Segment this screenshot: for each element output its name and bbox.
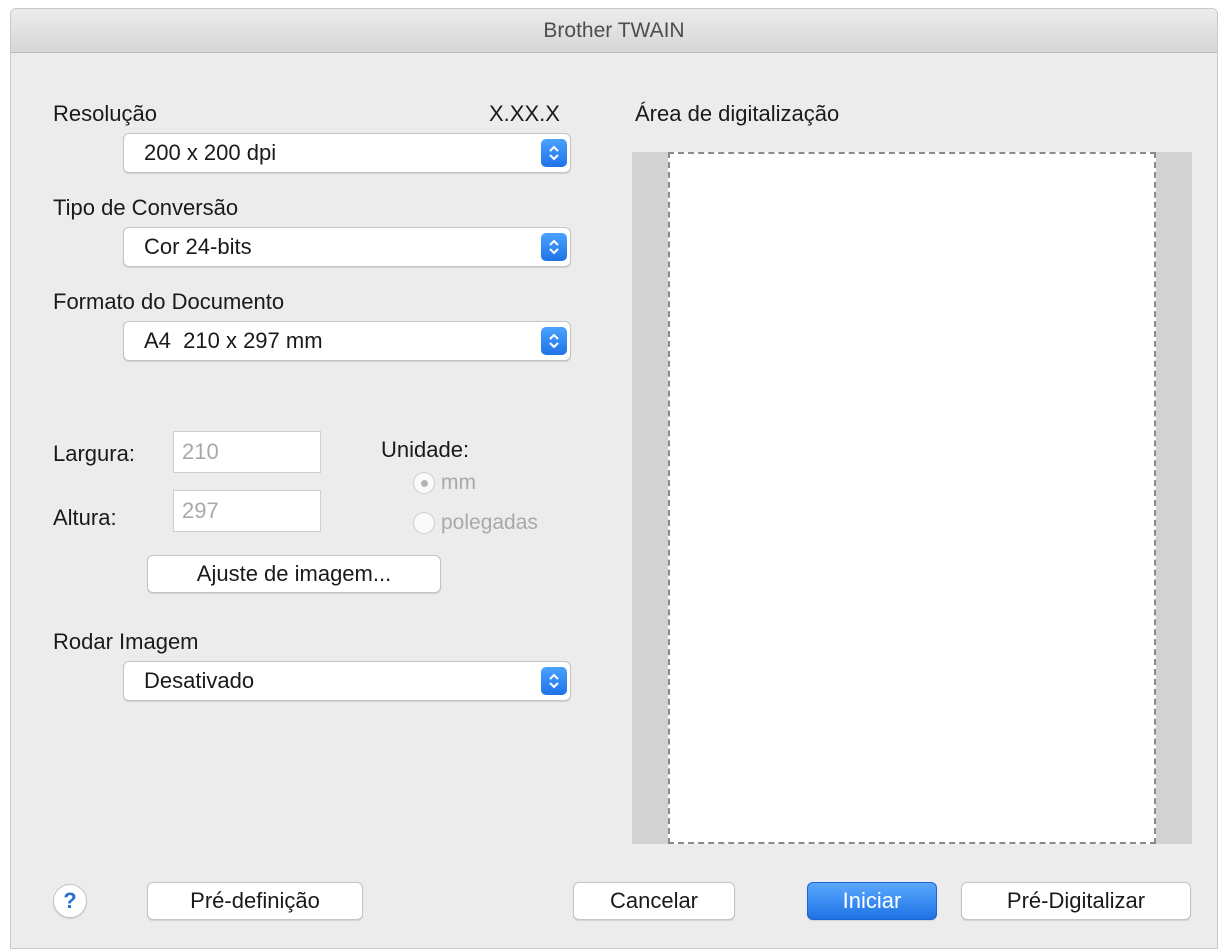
- window-title: Brother TWAIN: [11, 9, 1217, 53]
- rotate-value: Desativado: [144, 668, 255, 693]
- chevron-up-down-icon: [541, 139, 567, 167]
- preset-button[interactable]: Pré-definição: [147, 882, 363, 920]
- unit-mm-label: mm: [441, 471, 476, 494]
- scan-area-preview[interactable]: [632, 152, 1192, 844]
- height-field[interactable]: 297: [173, 490, 321, 532]
- resolution-select[interactable]: 200 x 200 dpi: [123, 133, 571, 173]
- resolution-label: Resolução: [53, 101, 157, 126]
- rotate-select[interactable]: Desativado: [123, 661, 571, 701]
- version-label: X.XX.X: [489, 101, 560, 126]
- rotate-label: Rodar Imagem: [53, 629, 199, 654]
- width-label: Largura:: [53, 441, 135, 466]
- help-icon[interactable]: ?: [53, 884, 87, 918]
- scan-area-label: Área de digitalização: [635, 101, 840, 126]
- doc-format-select[interactable]: A4 210 x 297 mm: [123, 321, 571, 361]
- conversion-value: Cor 24-bits: [144, 234, 252, 259]
- brother-twain-dialog: Brother TWAIN Resolução X.XX.X 200 x 200…: [10, 8, 1218, 949]
- doc-format-label: Formato do Documento: [53, 289, 285, 314]
- chevron-up-down-icon: [541, 667, 567, 695]
- doc-format-value: A4 210 x 297 mm: [144, 328, 323, 353]
- unit-label: Unidade:: [381, 437, 470, 462]
- cancel-button[interactable]: Cancelar: [573, 882, 735, 920]
- chevron-up-down-icon: [541, 327, 567, 355]
- start-button[interactable]: Iniciar: [807, 882, 937, 920]
- prescan-button[interactable]: Pré-Digitalizar: [961, 882, 1191, 920]
- conversion-select[interactable]: Cor 24-bits: [123, 227, 571, 267]
- conversion-label: Tipo de Conversão: [53, 195, 239, 220]
- radio-button: [413, 512, 435, 534]
- radio-button-selected: [413, 472, 435, 494]
- resolution-value: 200 x 200 dpi: [144, 140, 277, 165]
- image-adjust-button[interactable]: Ajuste de imagem...: [147, 555, 441, 593]
- scan-selection-frame[interactable]: [668, 152, 1156, 844]
- unit-inches-label: polegadas: [441, 511, 538, 534]
- width-field[interactable]: 210: [173, 431, 321, 473]
- height-label: Altura:: [53, 505, 117, 530]
- chevron-up-down-icon: [541, 233, 567, 261]
